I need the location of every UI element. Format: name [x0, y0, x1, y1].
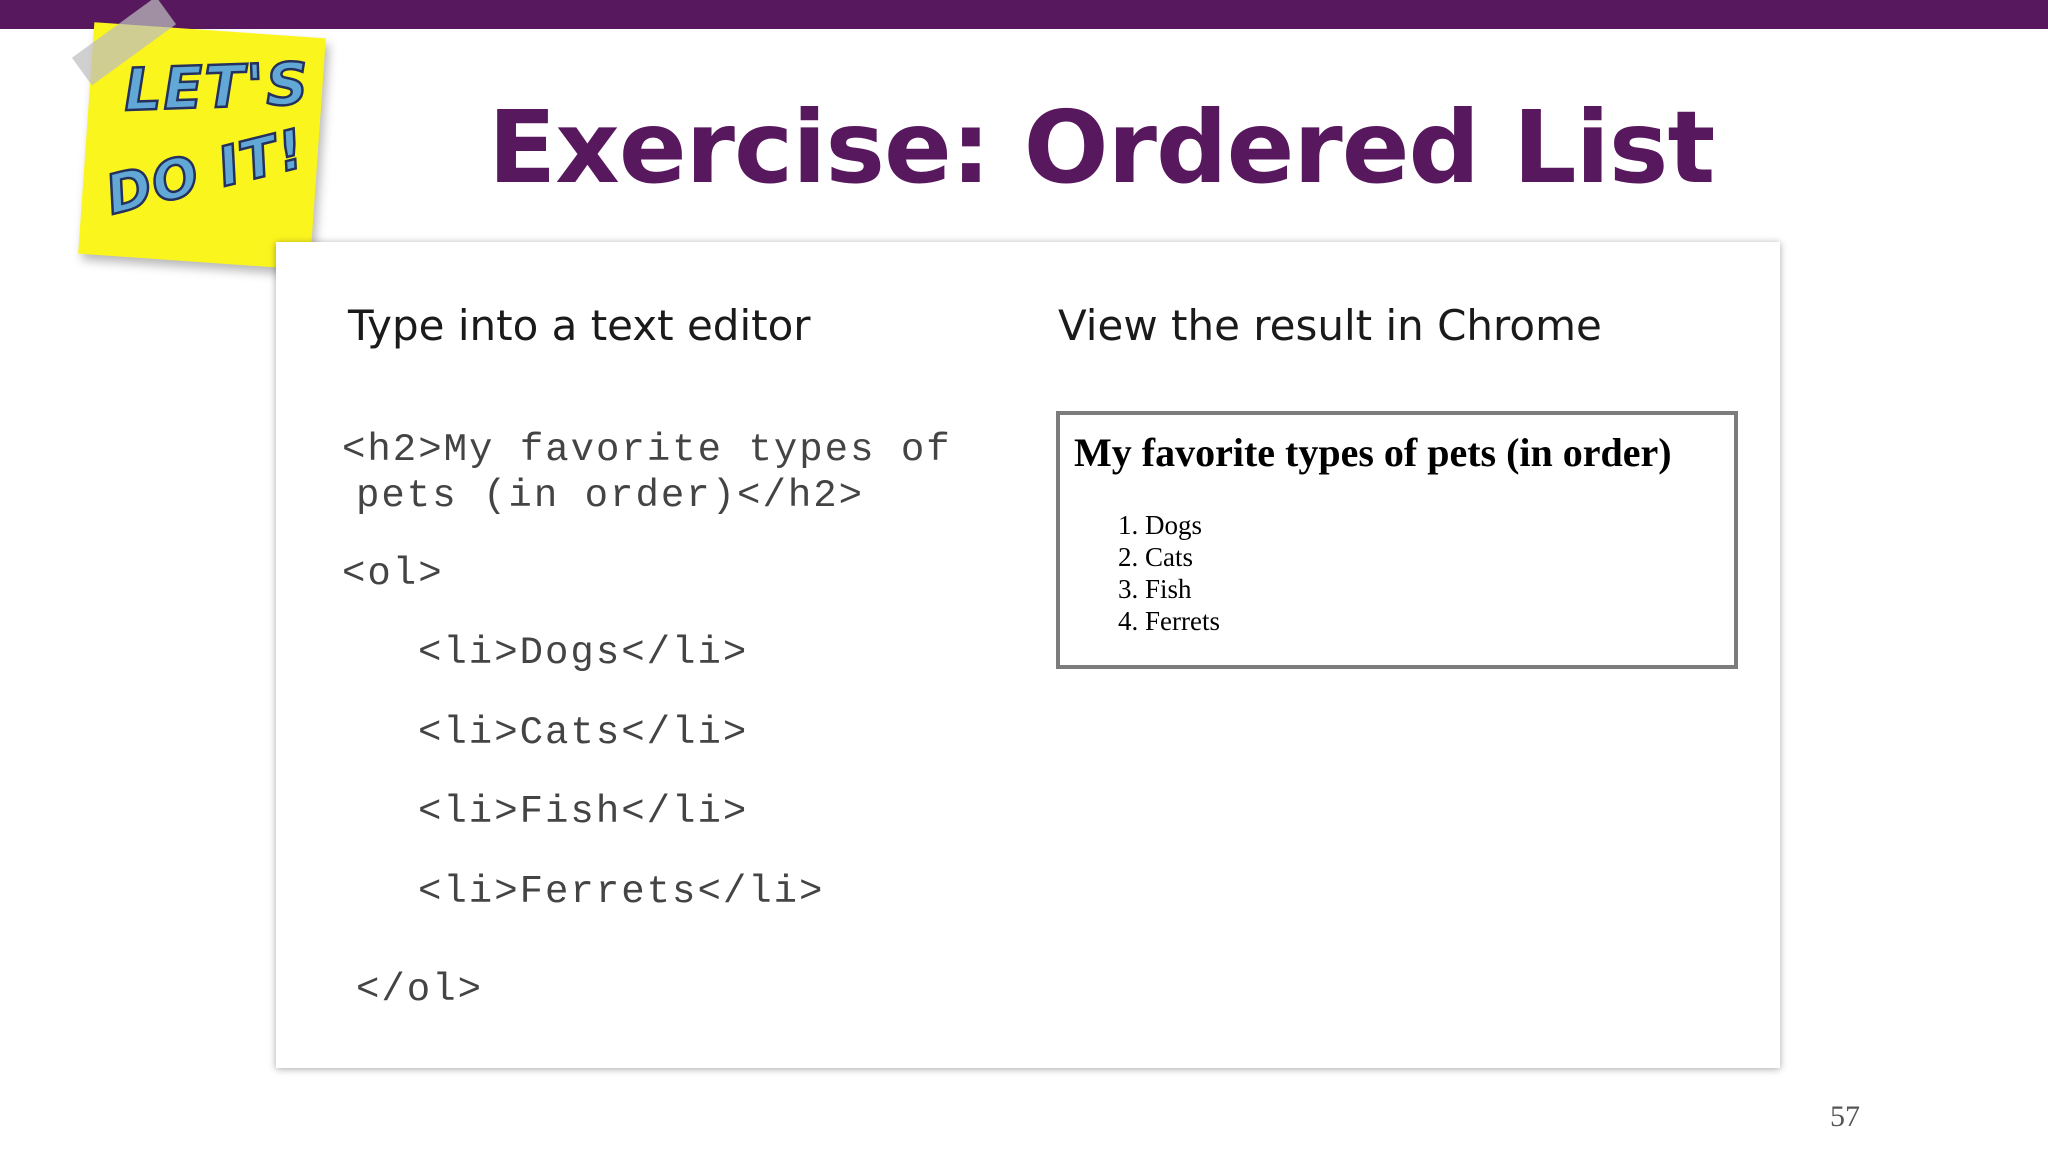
sticky-note-line2: DO IT! [98, 115, 313, 228]
list-item: 1. Dogs [1118, 510, 1203, 540]
code-line: <li>Fish</li> [418, 790, 749, 834]
code-line: <li>Cats</li> [418, 711, 749, 755]
result-ordered-list: 1. Dogs 2. Cats 3. Fish 4. Ferrets [1118, 509, 1220, 637]
code-line: <li>Dogs</li> [418, 631, 749, 675]
sticky-note-line1: LET'S [122, 48, 312, 125]
code-line: <h2>My favorite types of [342, 428, 952, 472]
top-accent-bar [0, 0, 2048, 29]
code-line: pets (in order)</h2> [356, 474, 865, 518]
code-line: </ol> [356, 968, 484, 1012]
slide-title: Exercise: Ordered List [488, 89, 1715, 206]
list-item: 4. Ferrets [1118, 606, 1220, 636]
result-heading: My favorite types of pets (in order) [1074, 430, 1672, 475]
right-column-heading: View the result in Chrome [1058, 301, 1602, 350]
code-line: <li>Ferrets</li> [418, 870, 825, 914]
page-number: 57 [1830, 1100, 1860, 1133]
left-column-heading: Type into a text editor [348, 301, 811, 350]
list-item: 2. Cats [1118, 542, 1194, 572]
list-item: 3. Fish [1118, 574, 1192, 604]
code-line: <ol> [342, 552, 444, 596]
browser-result-preview: My favorite types of pets (in order) 1. … [1056, 411, 1738, 669]
